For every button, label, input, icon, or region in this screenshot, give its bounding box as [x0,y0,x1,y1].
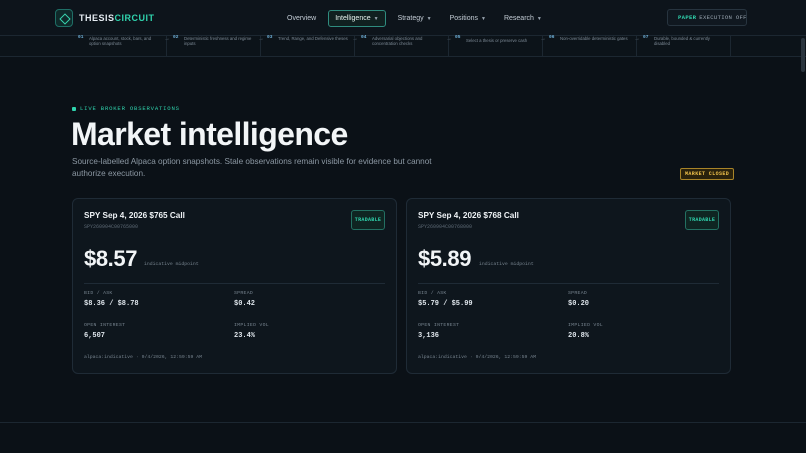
nav-intelligence[interactable]: Intelligence ▼ [328,10,386,27]
pipeline-step-text: Non-overridable deterministic gates [560,36,628,41]
nav-overview[interactable]: Overview [281,11,322,26]
chevron-down-icon: ▼ [373,15,379,22]
eyebrow-text: LIVE BROKER OBSERVATIONS [80,105,180,112]
execution-mode: PAPER [678,14,697,21]
main-nav: Overview Intelligence ▼ Strategy ▼ Posit… [281,10,554,27]
chevron-down-icon: ▼ [481,15,486,22]
option-price: $5.89 [418,246,472,271]
pipeline-step-number: 02 [173,35,179,40]
pipeline-step-text: Deterministic freshness and regime input… [184,36,252,46]
section-divider [0,422,806,423]
chevron-down-icon: ▼ [536,15,542,22]
nav-positions-label: Positions [449,15,478,22]
implied-vol-value: 23.4% [234,332,256,340]
spread-value: $0.20 [568,300,590,308]
option-price: $8.57 [84,246,138,271]
pipeline-step-number: 01 [78,35,84,40]
pipeline-step: 03 Trend, Range, and Defensive theses → [261,35,358,56]
live-indicator-icon [72,106,76,111]
chevron-down-icon: ▼ [426,15,432,22]
price-note: indicative midpoint [479,262,534,267]
bid-ask-value: $5.79 / $5.99 [418,300,473,308]
bid-ask-label: BID / ASK [84,291,113,296]
section-eyebrow: LIVE BROKER OBSERVATIONS [72,105,180,112]
brand-name: THESISCIRCUIT [79,13,155,23]
pipeline-step-number: 03 [267,35,273,40]
nav-research-label: Research [503,15,534,22]
page-subtitle: Source-labelled Alpaca option snapshots.… [72,157,432,178]
tradable-badge: TRADABLE [351,210,385,230]
vertical-scrollbar[interactable] [801,38,805,72]
pipeline-step-number: 07 [643,35,649,40]
open-interest-label: OPEN INTEREST [418,323,460,328]
option-card: SPY Sep 4, 2026 $768 Call SPY260904C0076… [406,198,731,374]
execution-status: EXECUTION OFF [699,14,747,21]
option-card: SPY Sep 4, 2026 $765 Call SPY260904C0076… [72,198,397,374]
source-timestamp: alpaca:indicative · 9/4/2026, 12:59:59 A… [84,355,203,360]
pipeline-step-number: 06 [549,35,555,40]
card-divider [418,283,719,284]
pipeline-step: 01 Alpaca account, stock, bars, and opti… [72,35,170,56]
pipeline-step: 04 Adversarial objections and concentrat… [355,35,452,56]
market-status-badge: MARKET CLOSED [680,168,735,180]
pipeline-step-number: 05 [455,35,461,40]
card-divider [84,283,385,284]
tradable-badge: TRADABLE [685,210,719,230]
pipeline-step: 02 Deterministic freshness and regime in… [167,35,264,56]
price-note: indicative midpoint [144,262,199,267]
top-navigation-bar: THESISCIRCUIT Overview Intelligence ▼ St… [0,0,806,36]
pipeline-step-number: 04 [361,35,367,40]
open-interest-label: OPEN INTEREST [84,323,126,328]
open-interest-value: 6,507 [84,332,106,340]
brand-name-part2: CIRCUIT [114,13,155,23]
page-title: Market intelligence [71,116,348,152]
nav-strategy-label: Strategy [397,15,424,22]
pipeline-step-text: Adversarial objections and concentration… [372,36,423,46]
pipeline-step-text: Select a thesis or preserve cash [466,38,528,43]
option-title: SPY Sep 4, 2026 $765 Call [84,211,185,220]
option-symbol: SPY260904C00768000 [418,224,473,230]
pipeline-step-text: Alpaca account, stock, bars, and option … [89,36,152,46]
implied-vol-value: 20.8% [568,332,590,340]
nav-intelligence-label: Intelligence [335,15,371,22]
pipeline-step: 05 Select a thesis or preserve cash → [449,35,546,56]
pipeline-step-text: Durable, bounded & currently disabled [654,36,710,46]
pipeline-step-text: Trend, Range, and Defensive theses [278,36,348,41]
logo-icon [55,9,73,27]
option-title: SPY Sep 4, 2026 $768 Call [418,211,519,220]
bid-ask-label: BID / ASK [418,291,447,296]
nav-positions[interactable]: Positions ▼ [444,11,492,26]
brand-name-part1: THESIS [79,13,115,23]
spread-label: SPREAD [234,291,254,296]
implied-vol-label: IMPLIED VOL [568,323,603,328]
spread-label: SPREAD [568,291,588,296]
nav-strategy[interactable]: Strategy ▼ [392,11,438,26]
nav-research[interactable]: Research ▼ [498,11,548,26]
option-symbol: SPY260904C00765000 [84,224,139,230]
pipeline-strip: 01 Alpaca account, stock, bars, and opti… [0,35,806,57]
pipeline-step: 07 Durable, bounded & currently disabled [637,35,731,56]
pipeline-step: 06 Non-overridable deterministic gates → [543,35,640,56]
bid-ask-value: $8.36 / $8.78 [84,300,139,308]
execution-mode-toggle[interactable]: PAPER EXECUTION OFF [667,9,747,26]
spread-value: $0.42 [234,300,256,308]
implied-vol-label: IMPLIED VOL [234,323,269,328]
open-interest-value: 3,136 [418,332,440,340]
brand-logo[interactable]: THESISCIRCUIT [55,9,155,27]
nav-overview-label: Overview [287,15,317,22]
source-timestamp: alpaca:indicative · 9/4/2026, 12:59:59 A… [418,355,537,360]
